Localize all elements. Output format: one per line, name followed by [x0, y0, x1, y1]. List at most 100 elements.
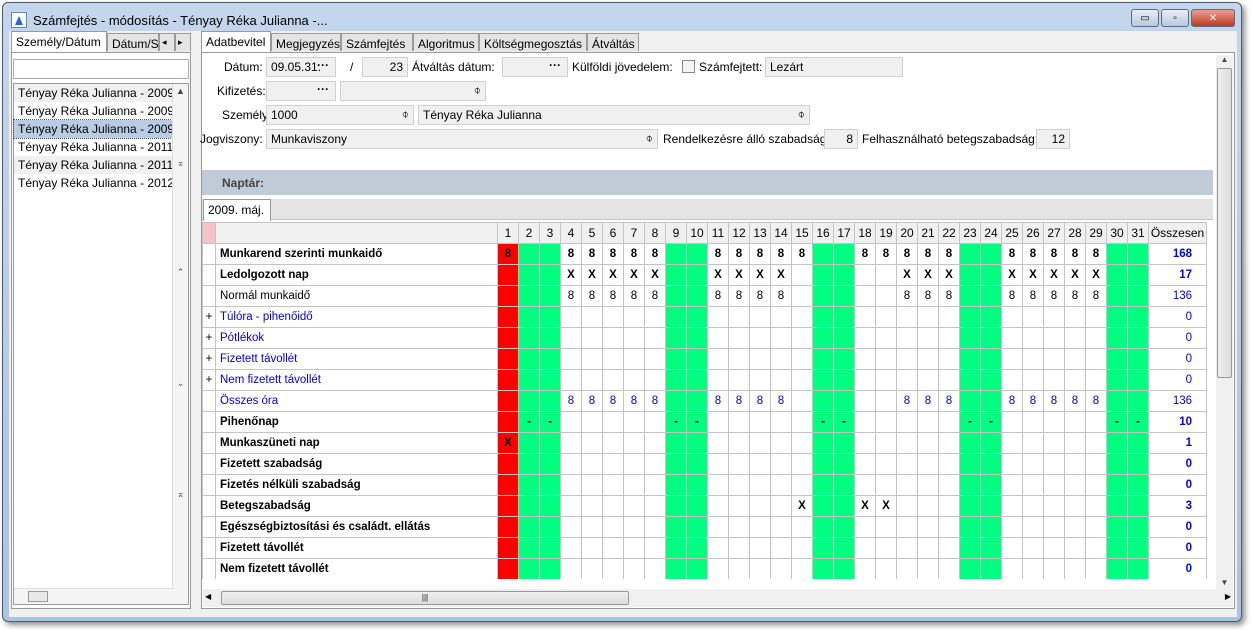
day-cell[interactable] — [1022, 474, 1044, 496]
day-cell[interactable] — [938, 537, 960, 559]
day-cell[interactable]: X — [1085, 264, 1107, 286]
day-cell[interactable] — [812, 285, 834, 307]
day-cell[interactable] — [1022, 411, 1044, 433]
day-cell[interactable] — [917, 411, 939, 433]
day-cell[interactable] — [959, 432, 981, 454]
day-cell[interactable] — [665, 243, 687, 265]
day-cell[interactable] — [791, 558, 813, 579]
day-cell[interactable] — [665, 474, 687, 496]
tab-4[interactable]: Költségmegosztás — [479, 33, 587, 51]
day-cell[interactable] — [1127, 474, 1149, 496]
day-cell[interactable] — [1022, 516, 1044, 538]
day-cell[interactable] — [917, 516, 939, 538]
day-cell[interactable]: - — [518, 411, 540, 433]
day-cell[interactable]: 8 — [728, 243, 750, 265]
day-cell[interactable] — [938, 306, 960, 328]
day-cell[interactable] — [623, 516, 645, 538]
day-cell[interactable] — [602, 369, 624, 391]
day-cell[interactable] — [581, 495, 603, 517]
table-row[interactable]: Normál munkaidő 8 8 8 8 8 8 8 8 8 8 8 8 8 8 8 8 8 136 — [202, 285, 1207, 307]
day-cell[interactable] — [518, 558, 540, 579]
day-cell[interactable] — [1127, 243, 1149, 265]
day-cell[interactable] — [896, 537, 918, 559]
day-cell[interactable] — [686, 516, 708, 538]
day-cell[interactable]: 8 — [749, 390, 771, 412]
day-cell[interactable] — [539, 537, 561, 559]
day-cell[interactable] — [1022, 327, 1044, 349]
day-cell[interactable] — [707, 558, 729, 579]
day-cell[interactable]: 8 — [644, 285, 666, 307]
day-cell[interactable] — [644, 558, 666, 579]
day-cell[interactable]: X — [581, 264, 603, 286]
day-cell[interactable]: 8 — [1043, 243, 1065, 265]
day-cell[interactable] — [707, 327, 729, 349]
day-cell[interactable]: 8 — [1064, 285, 1086, 307]
day-cell[interactable] — [812, 432, 834, 454]
day-cell[interactable] — [770, 327, 792, 349]
day-cell[interactable] — [518, 327, 540, 349]
day-cell[interactable] — [959, 285, 981, 307]
day-cell[interactable] — [959, 306, 981, 328]
day-cell[interactable] — [497, 348, 519, 370]
day-cell[interactable] — [518, 516, 540, 538]
day-cell[interactable] — [728, 537, 750, 559]
day-cell[interactable]: X — [560, 264, 582, 286]
day-cell[interactable]: 8 — [1043, 285, 1065, 307]
day-cell[interactable] — [812, 558, 834, 579]
day-cell[interactable]: 8 — [581, 285, 603, 307]
day-cell[interactable] — [707, 495, 729, 517]
day-cell[interactable] — [791, 432, 813, 454]
day-cell[interactable] — [854, 264, 876, 286]
szemely-id-field[interactable]: 1000 ⌽ — [266, 105, 414, 125]
day-cell[interactable] — [749, 432, 771, 454]
day-cell[interactable]: 8 — [581, 243, 603, 265]
day-cell[interactable] — [665, 516, 687, 538]
day-cell[interactable] — [917, 537, 939, 559]
day-cell[interactable] — [938, 495, 960, 517]
day-cell[interactable] — [644, 474, 666, 496]
day-cell[interactable] — [665, 558, 687, 579]
day-cell[interactable] — [875, 537, 897, 559]
day-cell[interactable] — [1022, 306, 1044, 328]
day-cell[interactable] — [854, 390, 876, 412]
expand-icon[interactable]: + — [202, 327, 216, 349]
day-cell[interactable]: X — [896, 264, 918, 286]
day-cell[interactable] — [686, 390, 708, 412]
day-cell[interactable] — [812, 327, 834, 349]
day-cell[interactable]: 8 — [1001, 285, 1023, 307]
day-cell[interactable] — [1127, 306, 1149, 328]
day-cell[interactable] — [833, 243, 855, 265]
day-cell[interactable] — [896, 516, 918, 538]
day-cell[interactable] — [854, 474, 876, 496]
day-cell[interactable] — [581, 348, 603, 370]
day-cell[interactable] — [707, 516, 729, 538]
day-cell[interactable] — [560, 348, 582, 370]
day-cell[interactable] — [1106, 285, 1128, 307]
day-cell[interactable] — [938, 432, 960, 454]
day-cell[interactable] — [854, 348, 876, 370]
day-cell[interactable] — [770, 348, 792, 370]
day-cell[interactable] — [854, 327, 876, 349]
day-cell[interactable] — [497, 411, 519, 433]
day-cell[interactable] — [665, 432, 687, 454]
day-cell[interactable] — [602, 474, 624, 496]
day-cell[interactable] — [686, 495, 708, 517]
day-cell[interactable] — [791, 390, 813, 412]
day-cell[interactable]: 8 — [1022, 243, 1044, 265]
day-cell[interactable]: 8 — [791, 243, 813, 265]
day-cell[interactable] — [959, 516, 981, 538]
day-cell[interactable] — [707, 348, 729, 370]
list-hscrollbar[interactable] — [14, 588, 174, 604]
day-cell[interactable] — [665, 264, 687, 286]
day-cell[interactable] — [728, 516, 750, 538]
day-cell[interactable] — [833, 390, 855, 412]
day-cell[interactable] — [1043, 516, 1065, 538]
day-cell[interactable]: 8 — [602, 285, 624, 307]
day-cell[interactable] — [581, 327, 603, 349]
day-cell[interactable] — [749, 369, 771, 391]
day-cell[interactable] — [728, 369, 750, 391]
day-cell[interactable] — [581, 411, 603, 433]
day-cell[interactable] — [1127, 327, 1149, 349]
day-cell[interactable] — [833, 537, 855, 559]
day-cell[interactable] — [1085, 558, 1107, 579]
